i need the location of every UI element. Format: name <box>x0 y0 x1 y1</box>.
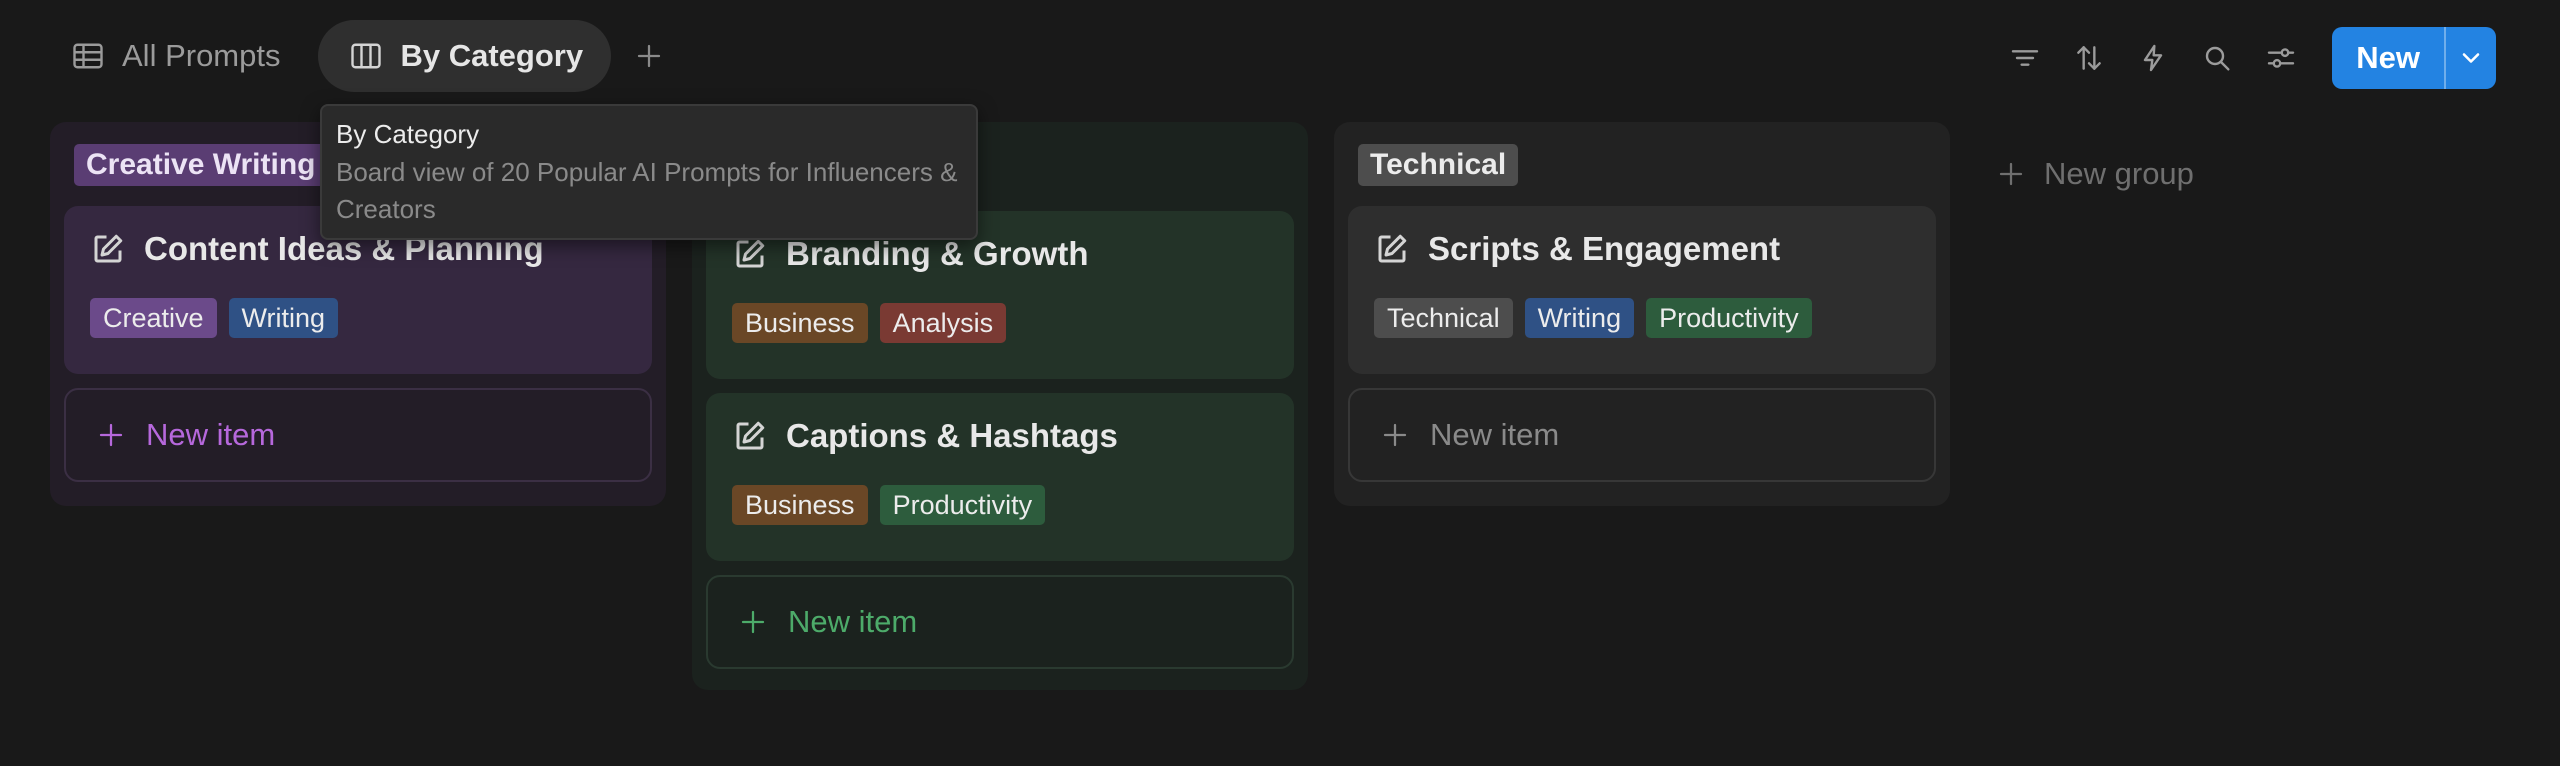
lightning-icon <box>2144 44 2163 72</box>
tooltip-title: By Category <box>336 119 480 149</box>
add-view-button[interactable] <box>621 28 677 84</box>
card-list: Branding & Growth Business Analysis Capt… <box>706 211 1294 669</box>
plus-icon <box>99 423 123 447</box>
view-tooltip: By Category Board view of 20 Popular AI … <box>320 104 978 240</box>
new-item-label: New item <box>1430 417 1560 452</box>
tag-analysis: Analysis <box>879 303 1007 343</box>
edit-icon <box>1378 234 1407 263</box>
filter-button[interactable] <box>2000 33 2050 83</box>
card-tags: Business Productivity <box>732 485 1268 525</box>
board-card[interactable]: Scripts & Engagement Technical Writing P… <box>1348 206 1936 374</box>
card-title-text: Scripts & Engagement <box>1428 230 1781 267</box>
new-button-group: New <box>2332 27 2496 89</box>
new-button[interactable]: New <box>2332 27 2444 89</box>
card-tags: Technical Writing Productivity <box>1374 298 1910 338</box>
card-title-text: Branding & Growth <box>786 235 1089 272</box>
new-group-label: New group <box>2044 156 2194 191</box>
plus-icon <box>1999 162 2023 186</box>
tag-writing: Writing <box>228 298 339 338</box>
search-icon <box>2206 46 2230 71</box>
view-tabs: All Prompts By Category <box>56 20 677 92</box>
tab-by-category[interactable]: By Category <box>318 20 612 92</box>
tag-productivity: Productivity <box>879 485 1046 525</box>
tab-label: By Category <box>400 38 584 73</box>
edit-icon <box>736 421 765 450</box>
chevron-down-icon <box>2462 53 2480 63</box>
card-list: Content Ideas & Planning Creative Writin… <box>64 206 652 482</box>
card-title: Captions & Hashtags <box>732 417 1268 455</box>
card-title-text: Captions & Hashtags <box>786 417 1118 454</box>
search-button[interactable] <box>2192 33 2242 83</box>
table-icon <box>73 43 103 69</box>
view-settings-button[interactable] <box>2256 33 2306 83</box>
filter-icon <box>2012 50 2039 66</box>
board-page: All Prompts By Category New Creative Wri… <box>0 0 2560 766</box>
tag-creative: Creative <box>90 298 217 338</box>
tag-technical: Technical <box>1374 298 1513 338</box>
settings-sliders-icon <box>2268 48 2295 68</box>
tag-business: Business <box>732 303 868 343</box>
new-dropdown-button[interactable] <box>2444 27 2496 89</box>
card-tags: Creative Writing <box>90 298 626 338</box>
board-card[interactable]: Captions & Hashtags Business Productivit… <box>706 393 1294 561</box>
board-icon <box>351 43 382 69</box>
new-item-button[interactable]: New item <box>706 575 1294 669</box>
tab-all-prompts[interactable]: All Prompts <box>56 20 308 92</box>
sort-button[interactable] <box>2064 33 2114 83</box>
new-item-button[interactable]: New item <box>1348 388 1936 482</box>
card-title: Scripts & Engagement <box>1374 230 1910 268</box>
group-label[interactable]: Creative Writing <box>74 144 328 186</box>
tag-productivity: Productivity <box>1646 298 1812 338</box>
board-column-technical: Technical Scripts & Engagement Technical… <box>1334 122 1950 506</box>
card-title: Branding & Growth <box>732 235 1268 273</box>
sort-icon <box>2077 46 2102 70</box>
plus-icon <box>637 44 661 68</box>
tooltip-description: Board view of 20 Popular AI Prompts for … <box>336 157 958 224</box>
new-group-button[interactable]: New group <box>1996 156 2194 192</box>
plus-icon <box>1383 423 1407 447</box>
new-item-label: New item <box>146 417 276 452</box>
card-tags: Business Analysis <box>732 303 1268 343</box>
group-label[interactable]: Technical <box>1358 144 1519 186</box>
new-item-button[interactable]: New item <box>64 388 652 482</box>
automation-button[interactable] <box>2128 33 2178 83</box>
edit-icon <box>94 234 123 263</box>
edit-icon <box>736 239 765 268</box>
new-item-label: New item <box>788 604 918 639</box>
tag-writing: Writing <box>1524 298 1635 338</box>
tag-business: Business <box>732 485 868 525</box>
tab-label: All Prompts <box>122 38 281 73</box>
card-list: Scripts & Engagement Technical Writing P… <box>1348 206 1936 482</box>
toolbar: New <box>2000 27 2496 89</box>
plus-icon <box>741 610 765 634</box>
